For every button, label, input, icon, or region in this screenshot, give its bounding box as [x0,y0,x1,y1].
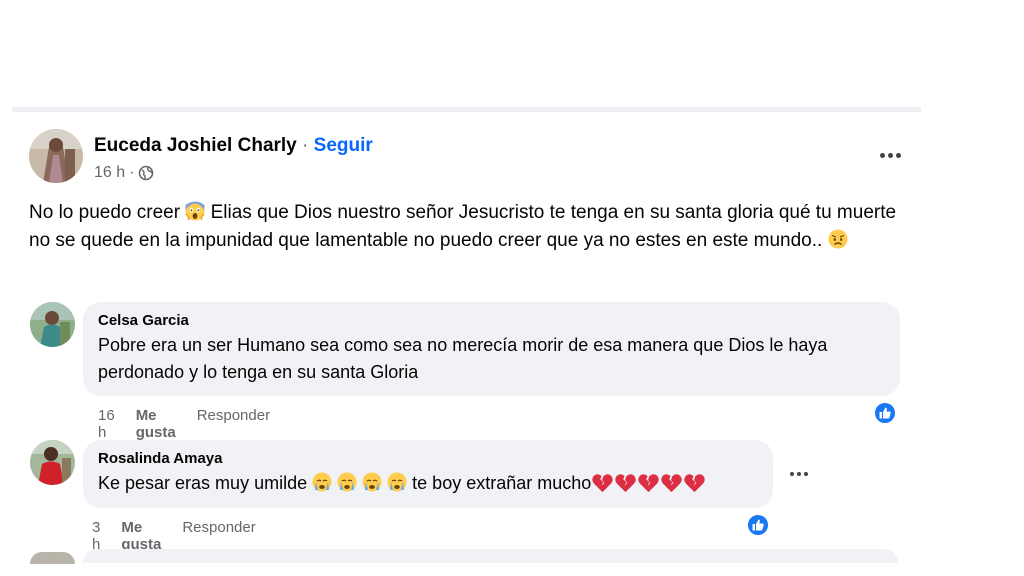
post-card: Euceda Joshiel Charly · Seguir 16 h · No… [12,107,921,285]
more-options-icon[interactable] [876,146,904,164]
comment-1-time[interactable]: 16 h [98,407,115,441]
comment-1-author[interactable]: Celsa Garcia [98,312,886,329]
comment-2-reply-button[interactable]: Responder [182,519,255,553]
comment-2-bubble: Rosalinda Amaya Ke pesar eras muy umilde… [83,440,773,508]
post-text: No lo puedo creer Elias que Dios nuestro… [29,199,909,255]
screaming-face-emoji [185,201,205,221]
comment-2-text-part-2: te boy extrañar mucho [412,473,592,493]
comment-1-bubble: Celsa Garcia Pobre era un ser Humano sea… [83,302,900,396]
broken-heart-emoji [684,474,706,493]
comment-2-author[interactable]: Rosalinda Amaya [98,450,759,467]
post-timestamp[interactable]: 16 h [94,164,125,182]
broken-heart-emoji [638,474,660,493]
separator-dot: · [302,135,309,156]
comment-2-text: Ke pesar eras muy umilde te boy extrañar… [98,470,759,497]
crying-emoji-group [312,472,412,493]
globe-icon [139,165,154,181]
comment-2-avatar[interactable] [30,440,75,485]
meta-separator: · [129,164,135,181]
broken-heart-emoji-group [591,473,706,493]
comment-2-more-options-icon[interactable] [788,468,810,480]
comment-1-actions: 16 h Me gusta Responder [98,407,270,441]
comment-2-actions: 3 h Me gusta Responder [92,519,256,553]
comment-1-like-reaction-icon[interactable] [873,401,897,425]
comment-1-reply-button[interactable]: Responder [197,407,270,441]
post-meta: 16 h · [94,164,154,182]
comment-1-like-button[interactable]: Me gusta [136,407,176,441]
comment-1-text: Pobre era un ser Humano sea como sea no … [98,335,828,382]
crying-face-emoji [312,472,332,492]
post-author-avatar[interactable] [29,129,83,183]
crying-face-emoji [387,472,407,492]
follow-button[interactable]: Seguir [314,135,373,156]
post-text-part-1: No lo puedo creer [29,202,181,223]
broken-heart-emoji [661,474,683,493]
post-author-line: Euceda Joshiel Charly · Seguir [94,135,373,157]
next-comment-bubble [83,549,898,563]
comment-2-like-reaction-icon[interactable] [746,513,770,537]
comment-2-text-part-1: Ke pesar eras muy umilde [98,473,308,493]
comment-1-avatar[interactable] [30,302,75,347]
comment-2-like-button[interactable]: Me gusta [121,519,161,553]
sad-face-emoji [828,229,848,249]
post-author-name[interactable]: Euceda Joshiel Charly [94,135,297,156]
next-comment-avatar[interactable] [30,552,75,564]
crying-face-emoji [362,472,382,492]
broken-heart-emoji [615,474,637,493]
crying-face-emoji [337,472,357,492]
broken-heart-emoji [592,474,614,493]
comment-2-time[interactable]: 3 h [92,519,100,553]
